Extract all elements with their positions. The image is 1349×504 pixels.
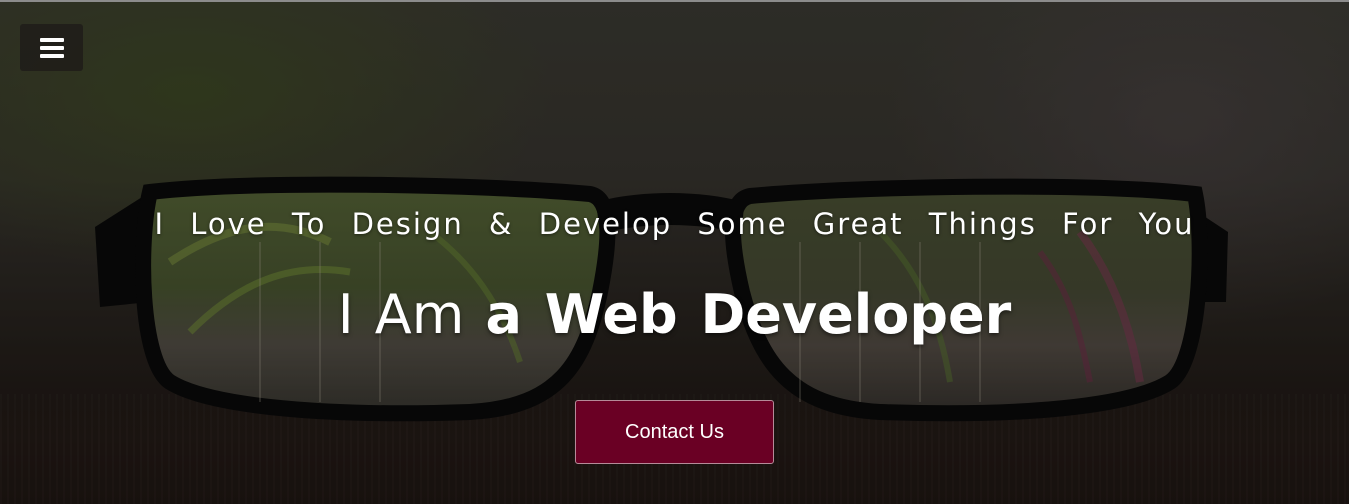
headline-prefix: I Am — [337, 283, 465, 346]
hero-headline: I Am a Web Developer — [0, 280, 1349, 350]
contact-us-button[interactable]: Contact Us — [575, 400, 774, 464]
hero-tagline: I Love To Design & Develop Some Great Th… — [154, 207, 1195, 241]
hero-section: I Love To Design & Develop Some Great Th… — [0, 0, 1349, 504]
hamburger-menu-button[interactable] — [20, 24, 83, 71]
headline-emphasis: a Web Developer — [485, 283, 1012, 346]
hamburger-menu-icon — [39, 37, 64, 58]
